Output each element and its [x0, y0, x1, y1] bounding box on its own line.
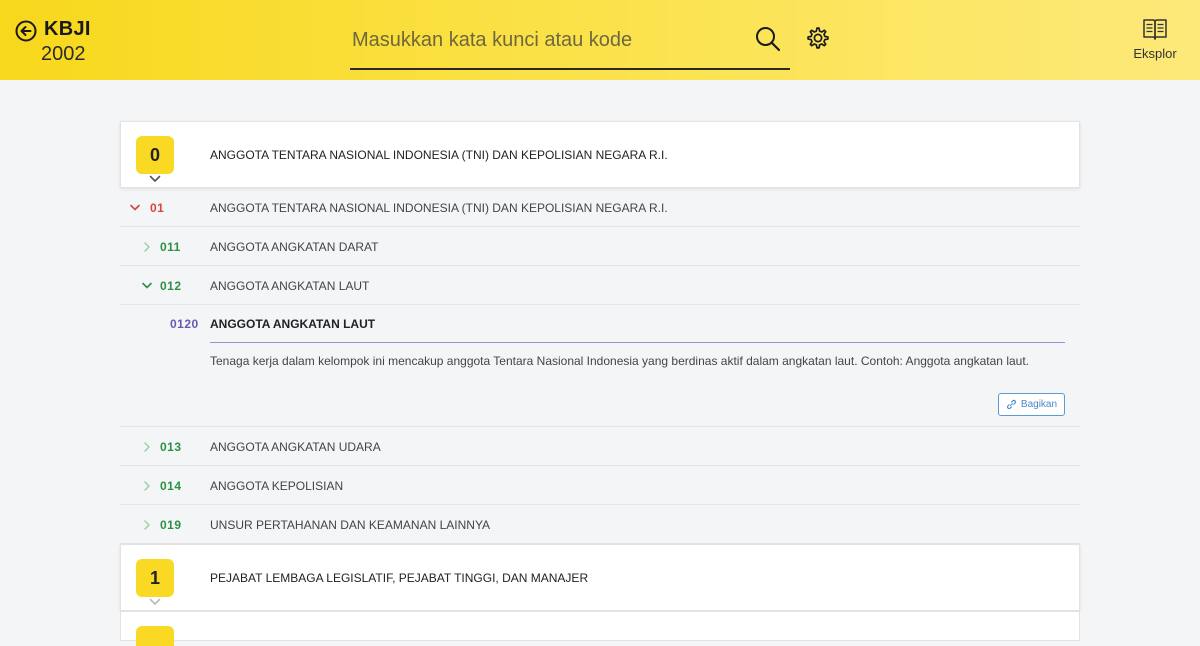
unit-code: 019	[160, 518, 182, 532]
occupation-title: ANGGOTA ANGKATAN LAUT	[210, 317, 376, 331]
unit-code: 013	[160, 440, 182, 454]
group-title: PEJABAT LEMBAGA LEGISLATIF, PEJABAT TING…	[210, 571, 589, 585]
chevron-down-icon[interactable]	[149, 175, 161, 183]
unit-row-011[interactable]: 011 ANGGOTA ANGKATAN DARAT	[120, 227, 1080, 266]
search-input[interactable]	[350, 22, 740, 58]
share-button[interactable]: Bagikan	[998, 393, 1065, 416]
group-code-badge	[136, 626, 174, 646]
group-code-badge: 0	[136, 136, 174, 174]
explore-button[interactable]: Eksplor	[1128, 16, 1182, 68]
divider	[210, 342, 1065, 343]
book-open-icon	[1143, 19, 1167, 40]
chevron-down-icon[interactable]	[142, 281, 152, 291]
unit-code: 011	[160, 240, 181, 254]
unit-row-014[interactable]: 014 ANGGOTA KEPOLISIAN	[120, 466, 1080, 505]
search-icon[interactable]	[754, 25, 782, 53]
group-card-partial[interactable]	[120, 611, 1080, 646]
occupation-detail: 0120 ANGGOTA ANGKATAN LAUT Tenaga kerja …	[120, 305, 1080, 427]
app-name: KBJI	[44, 18, 91, 40]
app-year: 2002	[41, 43, 86, 65]
group-title: ANGGOTA TENTARA NASIONAL INDONESIA (TNI)…	[210, 148, 668, 162]
subgroup-code: 01	[150, 201, 165, 215]
unit-row-019[interactable]: 019 UNSUR PERTAHANAN DAN KEAMANAN LAINNY…	[120, 505, 1080, 544]
unit-title: ANGGOTA ANGKATAN DARAT	[210, 240, 379, 254]
subgroup-title: ANGGOTA TENTARA NASIONAL INDONESIA (TNI)…	[210, 201, 668, 215]
chevron-right-icon[interactable]	[142, 442, 152, 452]
chevron-right-icon[interactable]	[142, 242, 152, 252]
unit-title: ANGGOTA ANGKATAN LAUT	[210, 279, 370, 293]
occupation-code: 0120	[170, 317, 199, 331]
occupation-description: Tenaga kerja dalam kelompok ini mencakup…	[210, 354, 1029, 368]
app-header: KBJI 2002 Eksplor	[0, 0, 1200, 80]
unit-code: 014	[160, 479, 182, 493]
group-card-0[interactable]: 0 ANGGOTA TENTARA NASIONAL INDONESIA (TN…	[120, 121, 1080, 188]
unit-row-013[interactable]: 013 ANGGOTA ANGKATAN UDARA	[120, 427, 1080, 466]
classification-list: 0 ANGGOTA TENTARA NASIONAL INDONESIA (TN…	[120, 121, 1080, 646]
unit-title: ANGGOTA KEPOLISIAN	[210, 479, 344, 493]
back-arrow-icon[interactable]	[14, 19, 38, 43]
group-card-1[interactable]: 1 PEJABAT LEMBAGA LEGISLATIF, PEJABAT TI…	[120, 544, 1080, 611]
chevron-down-icon[interactable]	[149, 598, 161, 606]
unit-title: UNSUR PERTAHANAN DAN KEAMANAN LAINNYA	[210, 518, 491, 532]
subgroup-row-01[interactable]: 01 ANGGOTA TENTARA NASIONAL INDONESIA (T…	[120, 188, 1080, 227]
gear-icon[interactable]	[805, 25, 831, 51]
chevron-right-icon[interactable]	[142, 520, 152, 530]
unit-title: ANGGOTA ANGKATAN UDARA	[210, 440, 381, 454]
chevron-down-icon[interactable]	[130, 203, 140, 213]
share-label: Bagikan	[1020, 399, 1058, 410]
unit-code: 012	[160, 279, 182, 293]
search-bar	[350, 22, 790, 70]
link-icon	[1006, 399, 1017, 410]
explore-label: Eksplor	[1133, 46, 1177, 61]
group-code-badge: 1	[136, 559, 174, 597]
chevron-right-icon[interactable]	[142, 481, 152, 491]
unit-row-012[interactable]: 012 ANGGOTA ANGKATAN LAUT	[120, 266, 1080, 305]
